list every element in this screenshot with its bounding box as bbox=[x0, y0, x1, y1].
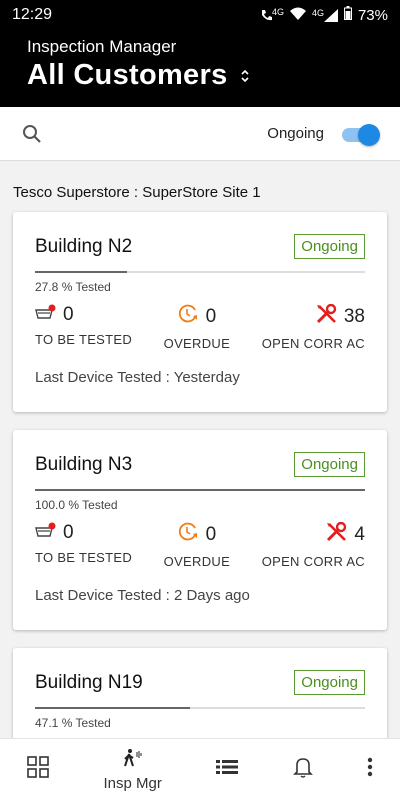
status-badge: Ongoing bbox=[294, 234, 365, 259]
filter-toolbar: Ongoing bbox=[0, 107, 400, 161]
last-device-tested: Last Device Tested : 2 Days ago bbox=[35, 587, 250, 604]
open-corr-count: 4 bbox=[354, 524, 365, 545]
to-be-tested-stat: 0 TO BE TESTED bbox=[35, 304, 132, 351]
progress-fill bbox=[35, 489, 365, 491]
to-be-tested-count: 0 bbox=[63, 304, 74, 325]
ongoing-filter-label: Ongoing bbox=[267, 125, 324, 142]
bottom-navigation: Insp Mgr bbox=[0, 738, 400, 800]
to-be-tested-label: TO BE TESTED bbox=[35, 332, 133, 347]
page-title: All Customers bbox=[27, 59, 228, 91]
tested-percent: 100.0 % Tested bbox=[35, 498, 118, 512]
nav-insp-mgr[interactable]: Insp Mgr bbox=[103, 748, 162, 792]
list-icon bbox=[216, 759, 239, 780]
tested-percent: 27.8 % Tested bbox=[35, 280, 111, 294]
site-name: Tesco Superstore : SuperStore Site 1 bbox=[13, 184, 261, 201]
tested-progress-bar bbox=[35, 707, 365, 709]
sort-chevron-icon[interactable] bbox=[240, 68, 250, 84]
building-name: Building N2 bbox=[35, 235, 133, 257]
search-icon[interactable] bbox=[22, 124, 42, 144]
bell-icon bbox=[292, 756, 313, 783]
tested-progress-bar bbox=[35, 489, 365, 491]
open-corr-stat: 38 OPEN CORR AC bbox=[261, 303, 365, 351]
tested-progress-bar bbox=[35, 271, 365, 273]
inspector-walking-icon bbox=[122, 748, 144, 773]
battery-icon bbox=[343, 6, 352, 24]
overdue-count: 0 bbox=[205, 524, 217, 545]
overdue-count: 0 bbox=[205, 306, 217, 327]
overdue-stat: 0 OVERDUE bbox=[164, 522, 230, 569]
nav-list[interactable] bbox=[216, 759, 239, 780]
nav-notifications[interactable] bbox=[292, 756, 313, 783]
building-name: Building N19 bbox=[35, 671, 143, 693]
open-corr-stat: 4 OPEN CORR AC bbox=[261, 521, 365, 569]
wifi-icon bbox=[289, 7, 306, 24]
building-card[interactable]: Building N3 Ongoing 100.0 % Tested 0 TO … bbox=[13, 430, 387, 630]
grid-icon bbox=[27, 756, 49, 783]
app-name: Inspection Manager bbox=[27, 37, 177, 56]
overdue-label: OVERDUE bbox=[163, 336, 231, 351]
signal-icon: 4G bbox=[312, 8, 338, 22]
status-time: 12:29 bbox=[12, 6, 53, 23]
status-badge: Ongoing bbox=[294, 670, 365, 695]
building-card[interactable]: Building N19 Ongoing 47.1 % Tested bbox=[13, 648, 387, 748]
tools-icon bbox=[316, 303, 338, 330]
to-be-tested-stat: 0 TO BE TESTED bbox=[35, 522, 132, 569]
status-badge: Ongoing bbox=[294, 452, 365, 477]
building-card[interactable]: Building N2 Ongoing 27.8 % Tested 0 TO B… bbox=[13, 212, 387, 412]
toggle-knob bbox=[358, 123, 380, 146]
ongoing-toggle[interactable] bbox=[342, 123, 380, 146]
progress-fill bbox=[35, 707, 191, 709]
device-alert-icon bbox=[35, 304, 57, 326]
overdue-clock-icon bbox=[178, 522, 200, 548]
to-be-tested-count: 0 bbox=[63, 522, 74, 543]
status-bar: 12:29 4G 4G 73% bbox=[0, 0, 400, 30]
status-icons: 4G 4G 73% bbox=[260, 6, 388, 24]
overdue-clock-icon bbox=[178, 304, 200, 330]
nav-dashboard[interactable] bbox=[27, 756, 49, 783]
overdue-stat: 0 OVERDUE bbox=[164, 304, 230, 351]
device-alert-icon bbox=[35, 522, 57, 544]
last-device-tested: Last Device Tested : Yesterday bbox=[35, 369, 240, 386]
to-be-tested-label: TO BE TESTED bbox=[35, 550, 133, 565]
open-corr-count: 38 bbox=[343, 306, 365, 327]
open-corr-label: OPEN CORR AC bbox=[261, 554, 365, 569]
app-header: Inspection Manager All Customers bbox=[0, 30, 400, 107]
more-vertical-icon bbox=[367, 757, 373, 782]
customer-selector[interactable]: All Customers bbox=[27, 59, 373, 92]
open-corr-label: OPEN CORR AC bbox=[261, 336, 365, 351]
nav-more[interactable] bbox=[367, 757, 373, 782]
building-name: Building N3 bbox=[35, 453, 133, 475]
phone-network-icon: 4G bbox=[260, 8, 284, 22]
tools-icon bbox=[326, 521, 348, 548]
tested-percent: 47.1 % Tested bbox=[35, 716, 111, 730]
battery-percent: 73% bbox=[357, 6, 388, 24]
progress-fill bbox=[35, 271, 127, 273]
nav-insp-label: Insp Mgr bbox=[103, 774, 162, 792]
overdue-label: OVERDUE bbox=[163, 554, 231, 569]
